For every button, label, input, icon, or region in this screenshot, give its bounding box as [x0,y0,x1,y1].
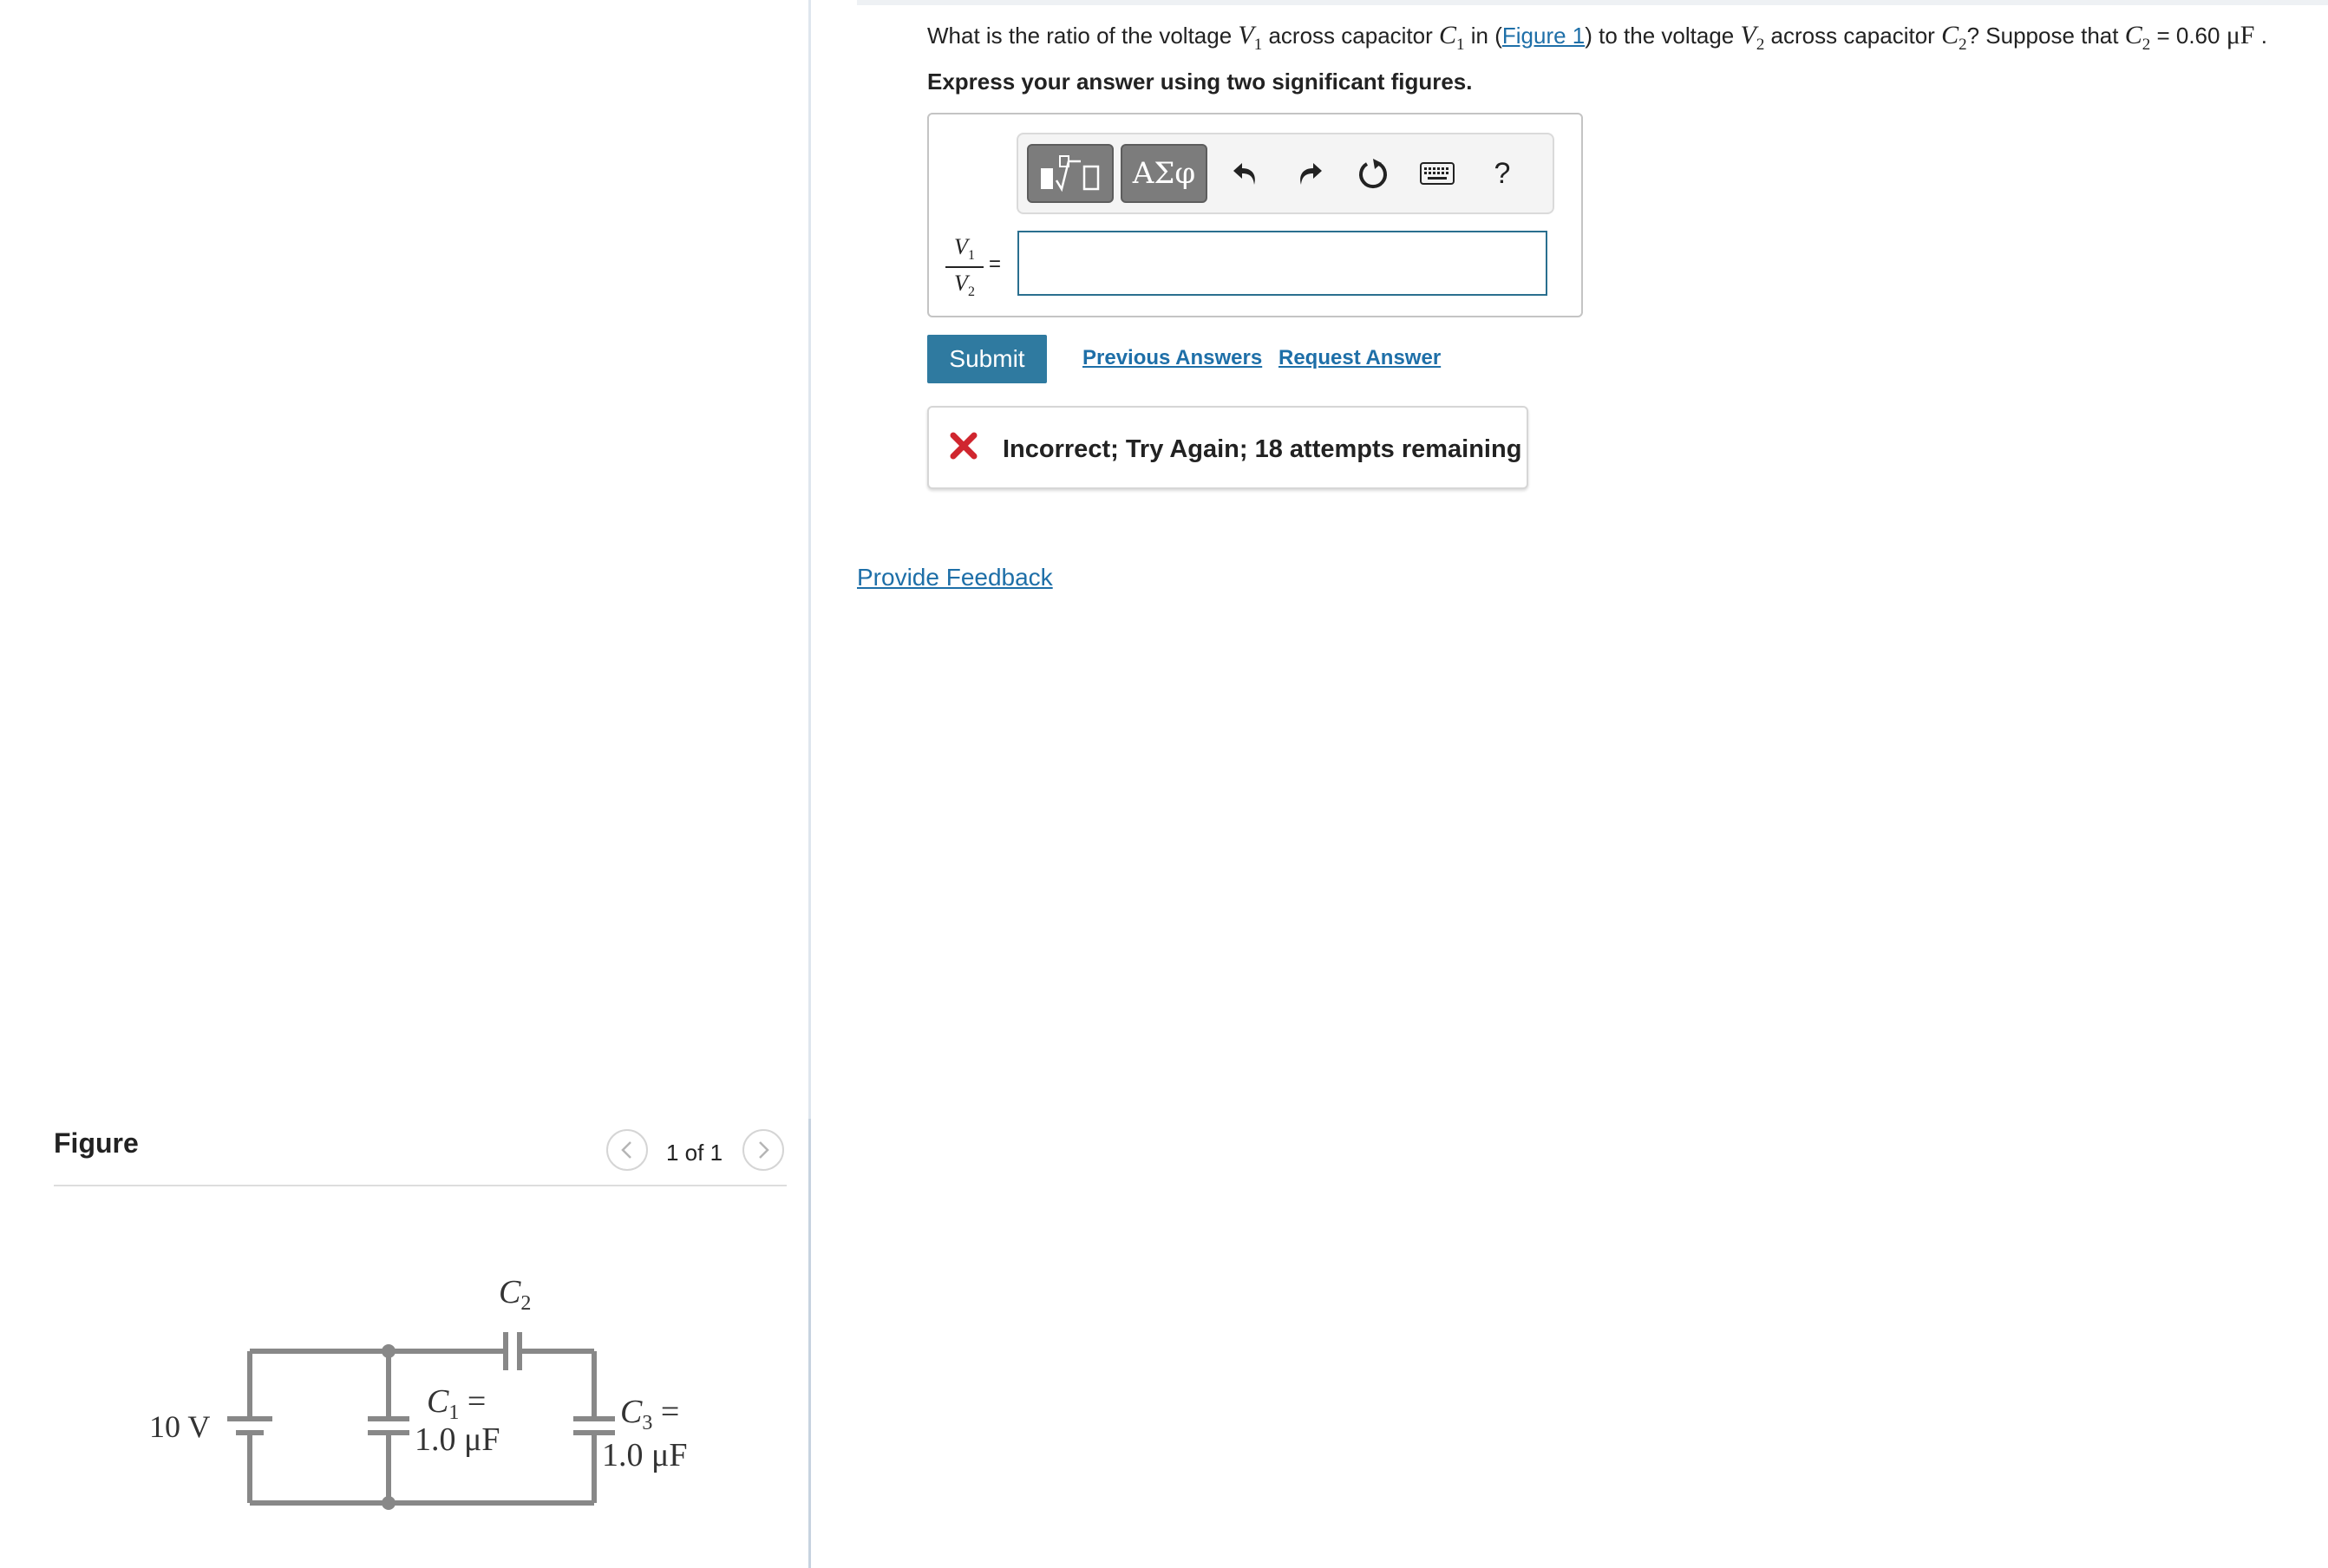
redo-button[interactable] [1288,152,1331,195]
c2-symbol: C2 [1941,21,1967,54]
figure-page-indicator: 1 of 1 [666,1140,723,1166]
top-strip [857,0,2328,5]
figure-divider [54,1185,787,1186]
unit-microfarad: μF [2226,21,2255,49]
answer-label-fraction: V1 V2 [945,234,984,300]
question-segment: What is the ratio of the voltage [927,23,1239,49]
junction-dot [382,1496,396,1510]
request-answer-link[interactable]: Request Answer [1278,346,1441,370]
c3-label: C3 = [620,1394,679,1434]
keyboard-button[interactable] [1416,152,1459,195]
pane-divider-accent [808,1119,811,1568]
question-segment: in ( [1464,23,1502,49]
c3-value: 1.0 μF [602,1437,688,1473]
c2-symbol: C2 [2124,21,2151,54]
question-segment: . [2254,23,2267,49]
next-figure-button[interactable] [742,1129,784,1171]
answer-instruction: Express your answer using two significan… [927,69,1473,95]
answer-input[interactable] [1017,231,1547,296]
provide-feedback-link[interactable]: Provide Feedback [857,564,1053,591]
question-text: What is the ratio of the voltage V1 acro… [927,21,2267,55]
c2-label: C2 [499,1274,531,1315]
equals-sign: = [989,252,1002,276]
submit-button[interactable]: Submit [927,335,1047,383]
greek-symbols-button[interactable]: ΑΣφ [1121,144,1207,203]
incorrect-x-icon [950,432,978,460]
help-button[interactable]: ? [1481,152,1524,195]
question-segment: ? Suppose that [1966,23,2125,49]
chevron-left-icon [621,1141,631,1159]
c1-value: 1.0 μF [415,1421,500,1458]
v2-symbol: V2 [1740,21,1765,54]
previous-answers-link[interactable]: Previous Answers [1082,346,1262,370]
reset-icon [1359,159,1387,189]
capacitor-c3-symbol [573,1416,615,1435]
question-segment: across capacitor [1764,23,1942,49]
c1-label: C1 = [427,1383,486,1424]
chevron-right-icon [759,1141,769,1159]
fraction-bar [945,266,984,269]
fraction-numerator: V1 [954,234,975,264]
reset-button[interactable] [1351,152,1395,195]
previous-figure-button[interactable] [606,1129,648,1171]
question-segment: ) to the voltage [1585,23,1741,49]
feedback-message: Incorrect; Try Again; 18 attempts remain… [1003,435,1522,463]
capacitor-c1-symbol [368,1416,409,1435]
figure-title: Figure [54,1127,139,1159]
redo-icon [1300,163,1322,185]
circuit-diagram: 10 V C2 C1 = 1.0 μF C3 = 1.0 μF [149,1274,688,1510]
fraction-denominator: V2 [954,271,975,300]
v1-symbol: V1 [1238,21,1263,54]
capacitor-c2-symbol [503,1332,522,1370]
undo-button[interactable] [1224,152,1267,195]
question-segment: = 0.60 [2150,23,2227,49]
templates-button[interactable] [1027,144,1114,203]
undo-icon [1233,163,1255,185]
battery-label: 10 V [149,1409,210,1444]
keyboard-icon [1420,162,1455,185]
c1-symbol: C1 [1439,21,1465,54]
question-segment: across capacitor [1262,23,1439,49]
figure-1-link[interactable]: Figure 1 [1502,23,1585,49]
junction-dot [382,1344,396,1358]
templates-icon [1041,155,1100,193]
battery-symbol [227,1416,272,1435]
